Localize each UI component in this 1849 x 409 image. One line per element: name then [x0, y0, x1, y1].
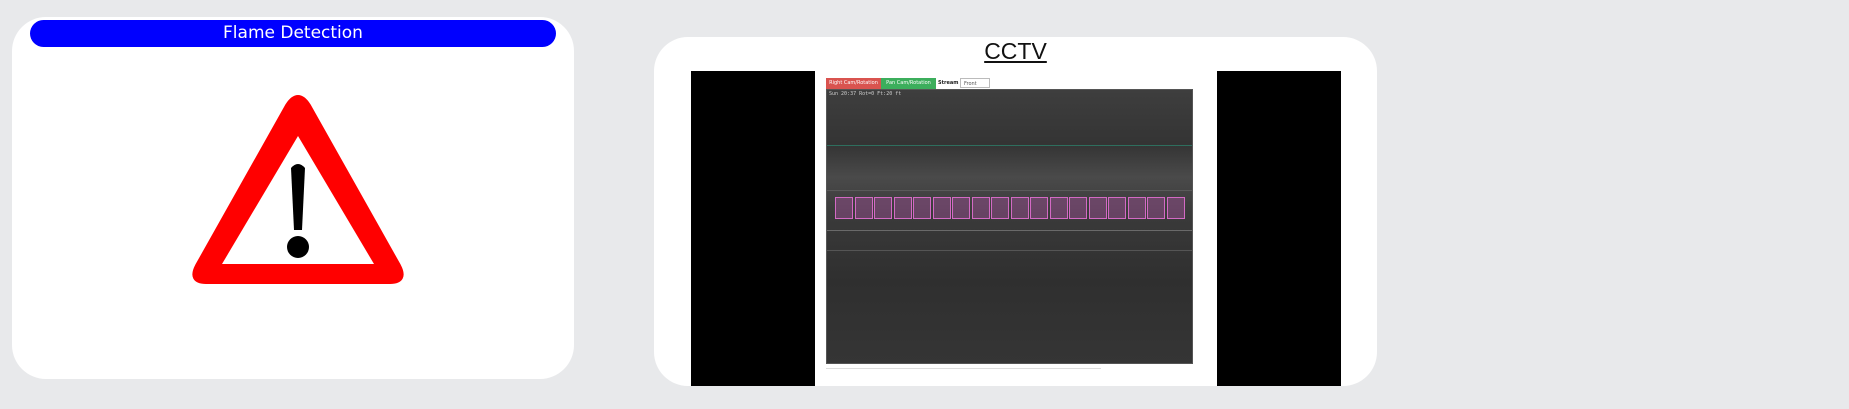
stream-page: Right Cam/Rotation Pan Cam/Rotation Stre… [815, 71, 1217, 386]
detection-box [1069, 197, 1087, 219]
pan-cam-button[interactable]: Pan Cam/Rotation [881, 78, 936, 89]
detection-box [1147, 197, 1165, 219]
detection-box [971, 197, 990, 219]
feed-timestamp: Sun 20:37 Rot=0 Ft:20 ft [829, 91, 902, 97]
detection-box [854, 197, 873, 219]
detection-box [893, 197, 912, 219]
detection-box [1108, 197, 1126, 219]
detection-box [991, 197, 1009, 219]
stream-footer [826, 368, 1101, 377]
detection-box [874, 197, 892, 219]
detection-box [1127, 197, 1146, 219]
flame-detection-panel: Flame Detection [12, 17, 574, 379]
flame-detection-title: Flame Detection [30, 20, 556, 47]
cctv-video-frame[interactable]: Right Cam/Rotation Pan Cam/Rotation Stre… [691, 71, 1341, 386]
feed-line [827, 145, 1192, 146]
detection-box [1088, 197, 1107, 219]
feed-line [827, 190, 1192, 191]
cctv-panel: CCTV Right Cam/Rotation Pan Cam/Rotation… [654, 37, 1377, 386]
camera-feed: Sun 20:37 Rot=0 Ft:20 ft [826, 89, 1193, 364]
detection-box [1049, 197, 1068, 219]
detection-box [932, 197, 951, 219]
detection-box-row [835, 197, 1187, 219]
warning-triangle-icon [192, 95, 404, 284]
detection-box [1010, 197, 1029, 219]
detection-box [1166, 197, 1185, 219]
detection-box [835, 197, 853, 219]
detection-box [952, 197, 970, 219]
feed-line [827, 230, 1192, 231]
stream-select[interactable]: Front [960, 78, 990, 88]
detection-box [913, 197, 931, 219]
right-cam-button[interactable]: Right Cam/Rotation [826, 78, 881, 89]
feed-line [827, 250, 1192, 251]
detection-box [1030, 197, 1048, 219]
stream-label: Stream [938, 80, 959, 86]
cctv-title: CCTV [984, 38, 1047, 64]
